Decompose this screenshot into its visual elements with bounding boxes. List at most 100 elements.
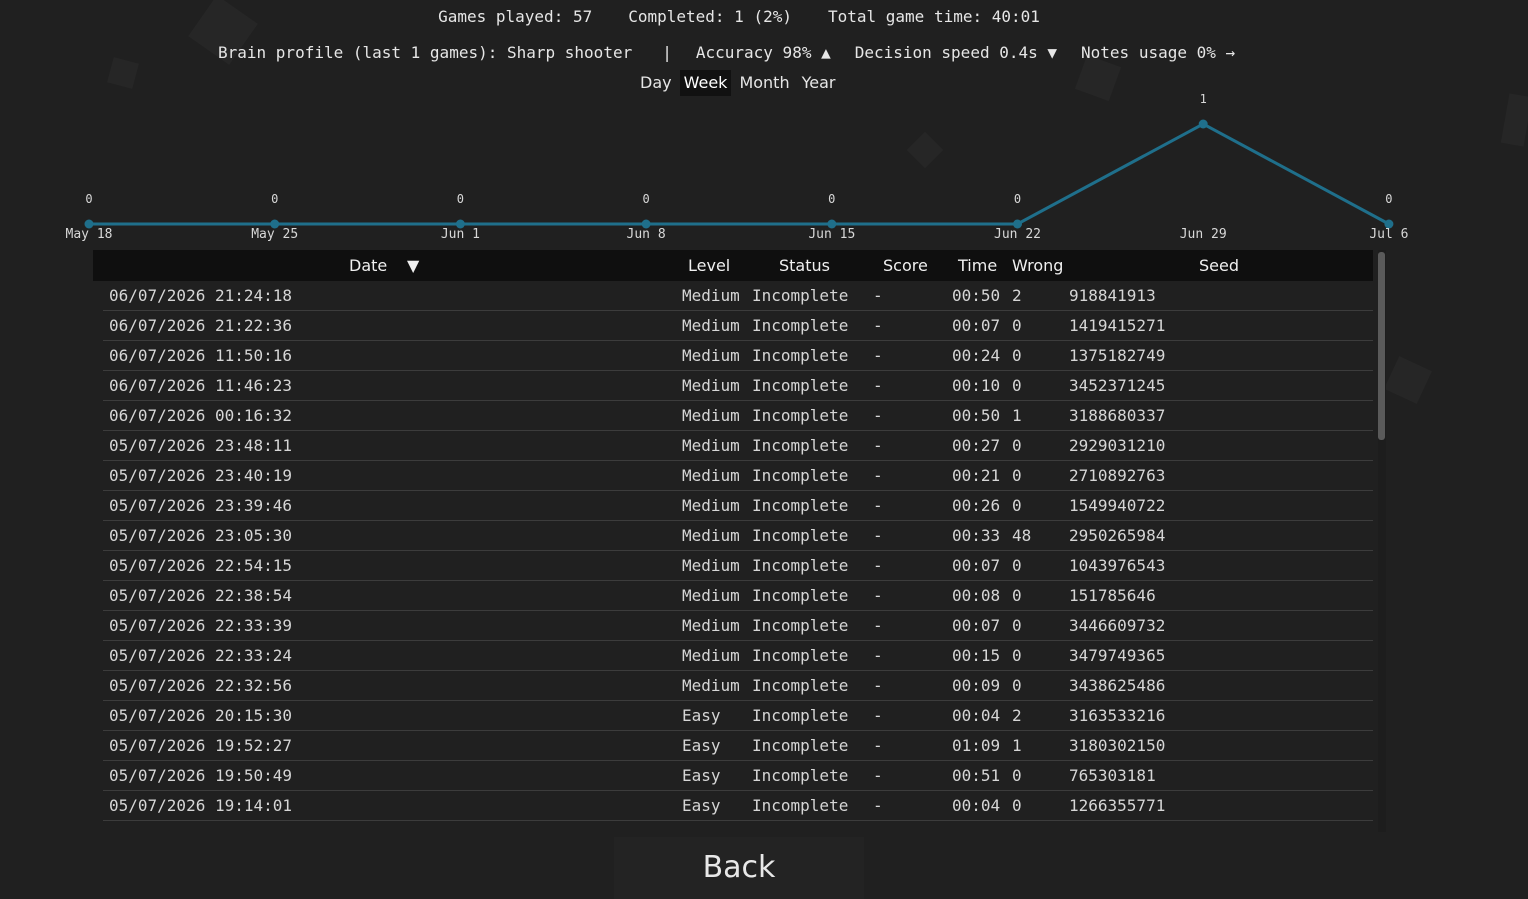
cell-date: 05/07/2026 22:54:15 [109, 556, 293, 575]
cell-status: Incomplete [752, 616, 849, 635]
x-tick-label: Jun 29 [1180, 227, 1227, 242]
table-row[interactable]: 05/07/2026 19:14:01 Easy Incomplete - 00:04 0… [103, 791, 1373, 821]
table-row[interactable]: 05/07/2026 22:54:15 Medium Incomplete - 00:0… [103, 551, 1373, 581]
cell-date: 06/07/2026 11:50:16 [109, 346, 293, 365]
sort-descending-icon[interactable]: ▼ [407, 256, 419, 275]
cell-date: 05/07/2026 20:15:30 [109, 706, 293, 725]
back-button[interactable]: Back [614, 837, 864, 899]
table-row[interactable]: 05/07/2026 22:33:39 Medium Incomplete - 00:0… [103, 611, 1373, 641]
cell-wrong: 0 [1012, 376, 1022, 395]
cell-date: 05/07/2026 22:32:56 [109, 676, 293, 695]
cell-level: Medium [682, 676, 740, 695]
scrollbar-thumb[interactable] [1378, 252, 1385, 440]
cell-time: 00:51 [952, 766, 1001, 785]
cell-status: Incomplete [752, 466, 849, 485]
data-point [1198, 119, 1208, 129]
cell-wrong: 48 [1012, 526, 1032, 545]
column-header-wrong[interactable]: Wrong [1012, 256, 1063, 275]
cell-seed: 1375182749 [1069, 346, 1166, 365]
cell-seed: 3188680337 [1069, 406, 1166, 425]
cell-time: 00:09 [952, 676, 1001, 695]
column-header-seed[interactable]: Seed [1199, 256, 1239, 275]
cell-seed: 3446609732 [1069, 616, 1166, 635]
cell-time: 00:07 [952, 556, 1001, 575]
table-row[interactable]: 06/07/2026 11:46:23 Medium Incomplete - 00:1… [103, 371, 1373, 401]
cell-status: Incomplete [752, 406, 849, 425]
cell-level: Medium [682, 376, 740, 395]
decision-speed-metric: Decision speed 0.4s ▼ [854, 43, 1058, 62]
cell-level: Medium [682, 586, 740, 605]
table-row[interactable]: 06/07/2026 00:16:32 Medium Incomplete - 00:5… [103, 401, 1373, 431]
cell-time: 00:04 [952, 796, 1001, 815]
cell-wrong: 2 [1012, 706, 1022, 725]
table-row[interactable]: 05/07/2026 23:39:46 Medium Incomplete - 00:2… [103, 491, 1373, 521]
cell-status: Incomplete [752, 376, 849, 395]
completed-count: Completed: 1 (2%) [628, 7, 792, 26]
cell-level: Medium [682, 346, 740, 365]
cell-date: 05/07/2026 22:33:39 [109, 616, 293, 635]
cell-time: 00:07 [952, 316, 1001, 335]
cell-level: Medium [682, 316, 740, 335]
cell-score: - [873, 316, 883, 335]
x-tick-label: Jun 15 [808, 227, 855, 242]
cell-score: - [873, 436, 883, 455]
table-row[interactable]: 05/07/2026 22:33:24 Medium Incomplete - 00:1… [103, 641, 1373, 671]
games-played: Games played: 57 [438, 7, 593, 26]
column-header-date[interactable]: Date [349, 256, 387, 275]
table-row[interactable]: 05/07/2026 19:52:27 Easy Incomplete - 01:09 1… [103, 731, 1373, 761]
cell-score: - [873, 346, 883, 365]
cell-score: - [873, 676, 883, 695]
table-row[interactable]: 05/07/2026 19:50:49 Easy Incomplete - 00:51 0… [103, 761, 1373, 791]
cell-time: 00:08 [952, 586, 1001, 605]
cell-level: Medium [682, 646, 740, 665]
data-label: 1 [1200, 92, 1207, 106]
cell-seed: 151785646 [1069, 586, 1156, 605]
cell-status: Incomplete [752, 556, 849, 575]
table-row[interactable]: 06/07/2026 21:24:18 Medium Incomplete - 00:5… [103, 281, 1373, 311]
cell-date: 06/07/2026 00:16:32 [109, 406, 293, 425]
cell-level: Easy [682, 706, 721, 725]
cell-time: 00:50 [952, 286, 1001, 305]
cell-level: Medium [682, 466, 740, 485]
table-row[interactable]: 05/07/2026 23:48:11 Medium Incomplete - 00:2… [103, 431, 1373, 461]
table-row[interactable]: 05/07/2026 22:32:56 Medium Incomplete - 00:0… [103, 671, 1373, 701]
cell-score: - [873, 526, 883, 545]
data-label: 0 [1014, 192, 1021, 206]
cell-score: - [873, 376, 883, 395]
cell-score: - [873, 556, 883, 575]
cell-wrong: 0 [1012, 316, 1022, 335]
cell-wrong: 0 [1012, 766, 1022, 785]
cell-status: Incomplete [752, 706, 849, 725]
table-row[interactable]: 05/07/2026 20:15:30 Easy Incomplete - 00:04 2… [103, 701, 1373, 731]
column-header-score[interactable]: Score [883, 256, 928, 275]
cell-wrong: 0 [1012, 616, 1022, 635]
cell-wrong: 0 [1012, 436, 1022, 455]
table-header: Date ▼ Level Status Score Time Wrong See… [93, 250, 1373, 281]
cell-level: Easy [682, 736, 721, 755]
column-header-time[interactable]: Time [958, 256, 997, 275]
cell-status: Incomplete [752, 676, 849, 695]
column-header-level[interactable]: Level [688, 256, 730, 275]
cell-level: Medium [682, 556, 740, 575]
table-row[interactable]: 05/07/2026 23:05:30 Medium Incomplete - 00:3… [103, 521, 1373, 551]
cell-wrong: 0 [1012, 676, 1022, 695]
brain-profile: Brain profile (last 1 games): Sharp shoo… [218, 43, 1235, 62]
accuracy-metric: Accuracy 98% ▲ [695, 43, 831, 62]
cell-score: - [873, 586, 883, 605]
table-row[interactable]: 06/07/2026 21:22:36 Medium Incomplete - 00:0… [103, 311, 1373, 341]
background-decoration [1384, 356, 1432, 404]
table-row[interactable]: 06/07/2026 11:50:16 Medium Incomplete - 00:2… [103, 341, 1373, 371]
cell-time: 00:10 [952, 376, 1001, 395]
table-row[interactable]: 05/07/2026 23:40:19 Medium Incomplete - 00:2… [103, 461, 1373, 491]
column-header-status[interactable]: Status [779, 256, 830, 275]
cell-status: Incomplete [752, 736, 849, 755]
games-table: Date ▼ Level Status Score Time Wrong See… [93, 250, 1373, 832]
cell-wrong: 1 [1012, 406, 1022, 425]
cell-seed: 1419415271 [1069, 316, 1166, 335]
cell-time: 00:21 [952, 466, 1001, 485]
cell-status: Incomplete [752, 436, 849, 455]
table-row[interactable]: 05/07/2026 22:38:54 Medium Incomplete - 00:0… [103, 581, 1373, 611]
cell-level: Easy [682, 796, 721, 815]
cell-score: - [873, 466, 883, 485]
data-label: 0 [457, 192, 464, 206]
